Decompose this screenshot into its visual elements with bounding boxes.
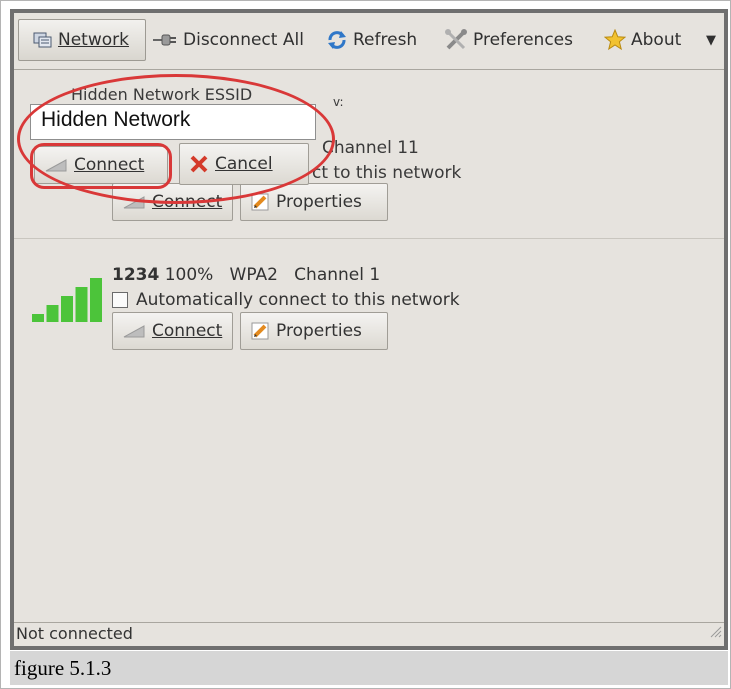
hidden-cancel-button[interactable]: Cancel [179,143,309,185]
disconnect-plug-icon [152,31,178,49]
pencil-icon [250,321,270,341]
network-1-connect-button[interactable]: Connect [112,183,233,221]
signal-bar [46,305,59,322]
network-1-connect-label: Connect [152,192,223,212]
network-2-essid: 1234 [112,265,160,285]
cancel-x-icon [189,154,209,174]
signal-bar [75,287,88,322]
disconnect-label: Disconnect All [183,30,304,50]
toolbar: Network Disconnect All Refresh Preferenc… [14,13,724,70]
network-label: Network [58,30,129,50]
toolbar-overflow-button[interactable]: ▼ [706,19,716,61]
figure-caption: figure 5.1.3 [10,651,728,685]
network-1-properties-label: Properties [276,192,362,212]
hidden-connect-label: Connect [74,155,145,175]
preferences-tools-icon [444,28,468,52]
network-icon [33,31,53,49]
about-button[interactable]: About [604,19,681,61]
network-2-connect-label: Connect [152,321,223,341]
hidden-essid-label: Hidden Network ESSID [71,85,253,104]
hidden-essid-input[interactable]: Hidden Network [30,104,316,140]
disconnect-all-button[interactable]: Disconnect All [152,19,304,61]
network-1-properties-button[interactable]: Properties [240,183,388,221]
refresh-button[interactable]: Refresh [326,19,417,61]
network-2-properties-label: Properties [276,321,362,341]
hidden-connect-button[interactable]: Connect [34,146,168,184]
network-2-connect-button[interactable]: Connect [112,312,233,350]
status-text: Not connected [16,624,133,643]
signal-bar [90,278,102,322]
signal-strength-icon [32,278,104,326]
refresh-icon [326,29,348,51]
network-2-details: 100% WPA2 Channel 1 [164,265,381,285]
connect-plug-icon [122,323,146,339]
preferences-button[interactable]: Preferences [444,19,573,61]
pencil-icon [250,192,270,212]
network-2-properties-button[interactable]: Properties [240,312,388,350]
connect-plug-icon [44,157,68,173]
network-2-info: 1234 100% WPA2 Channel 1 [112,265,380,285]
autoconnect-checkbox[interactable] [112,292,128,308]
signal-bar [61,296,73,322]
network-2-autoconnect-text: Automatically connect to this network [136,290,460,310]
network-1-info: Channel 11 [322,138,419,158]
about-label: About [631,30,682,50]
hidden-dialog-partial-label: v: [333,95,344,109]
resize-grip-icon[interactable] [708,622,722,644]
connect-plug-icon [122,194,146,210]
wicd-window: Network Disconnect All Refresh Preferenc… [10,9,728,650]
star-icon [604,29,626,51]
preferences-label: Preferences [473,30,573,50]
signal-bar [32,314,44,322]
network-2-autoconnect-row[interactable]: Automatically connect to this network [112,290,460,310]
status-bar: Not connected [14,622,724,646]
network-menu-button[interactable]: Network [18,19,146,61]
refresh-label: Refresh [353,30,418,50]
hidden-cancel-label: Cancel [215,154,273,174]
network-1-autoconnect-text: ct to this network [312,163,462,183]
triangle-down-icon: ▼ [706,32,716,48]
